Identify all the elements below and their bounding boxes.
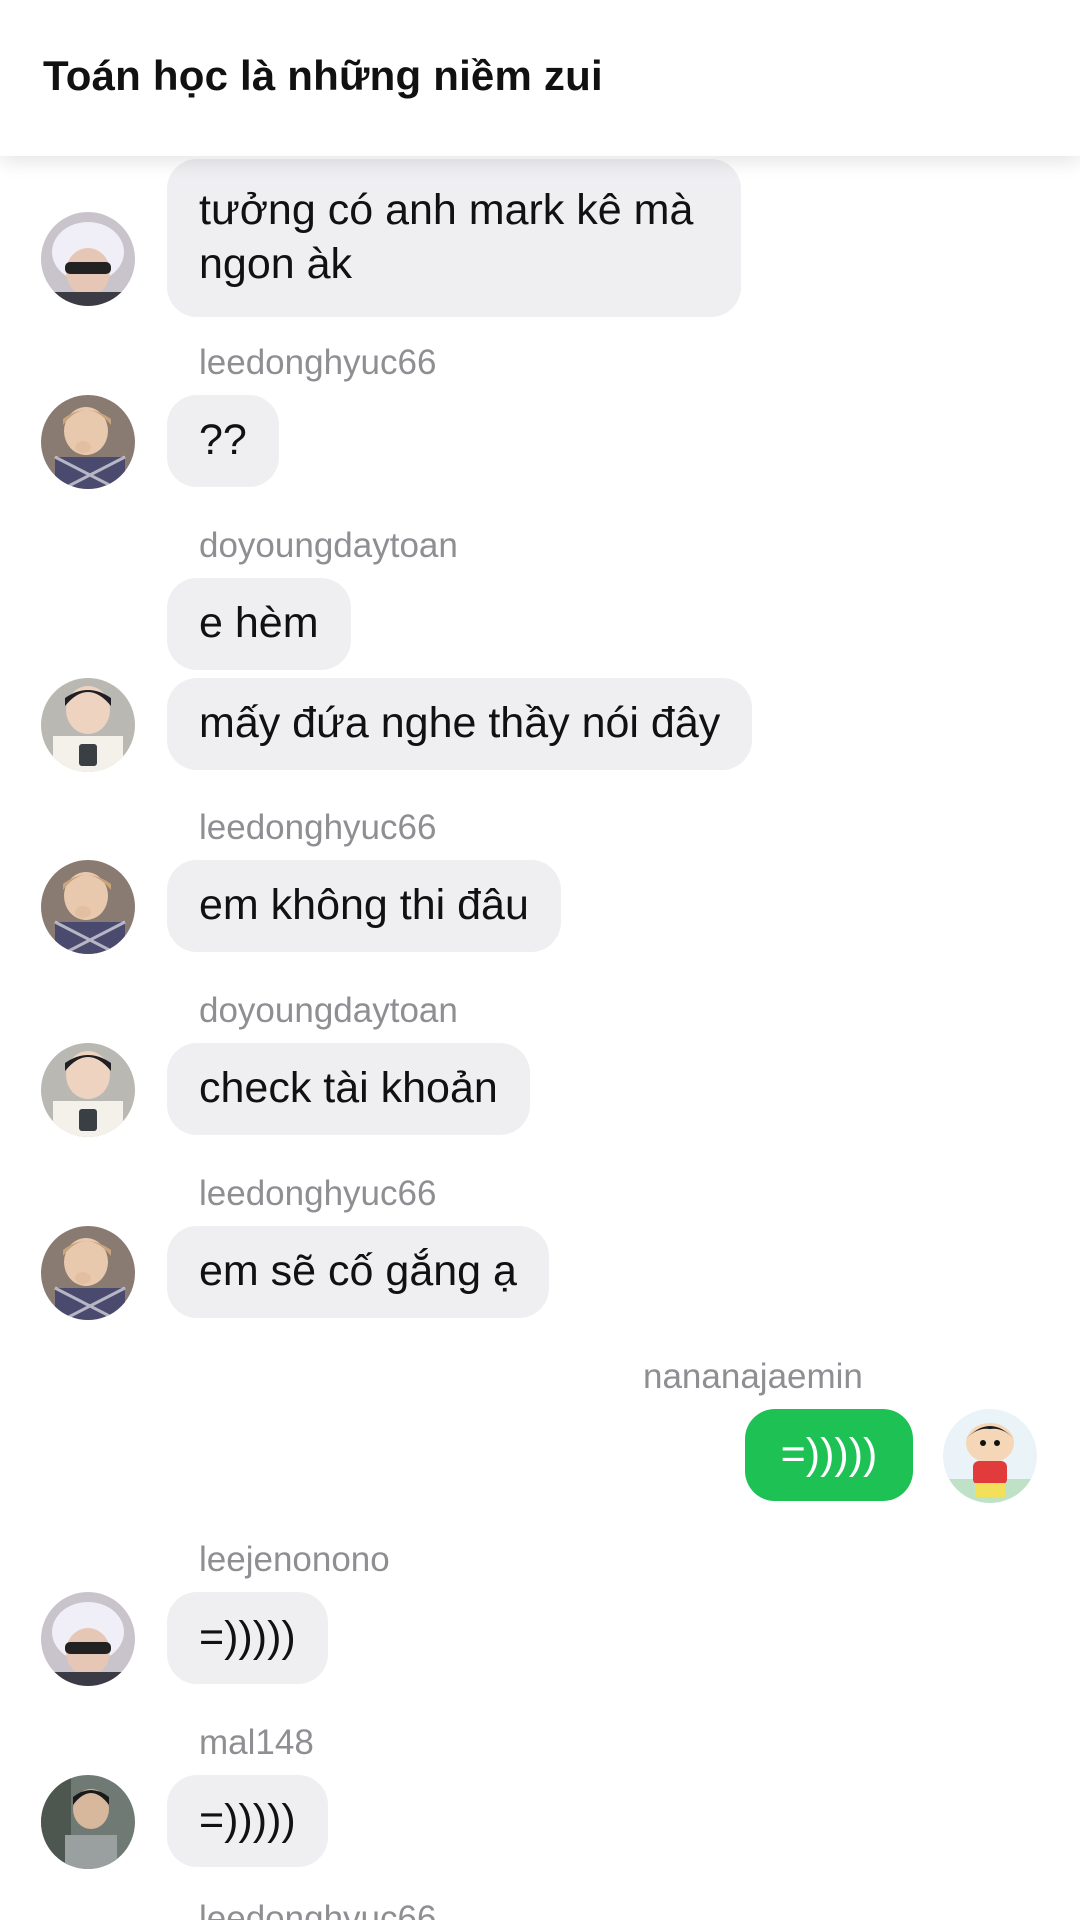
- message-bubble[interactable]: =))))): [167, 1592, 328, 1684]
- message-bubble[interactable]: e hèm: [167, 578, 351, 670]
- message-bubble[interactable]: =))))): [167, 1775, 328, 1867]
- sender-name: leedonghyuc66: [199, 1174, 437, 1213]
- avatar-cartoon-boy[interactable]: [943, 1409, 1037, 1503]
- message-list[interactable]: tưởng có anh mark kê mà ngon àk leedongh…: [0, 0, 1080, 1920]
- avatar-plaid-shirt[interactable]: [41, 1226, 135, 1320]
- sender-name-self: nananajaemin: [643, 1357, 863, 1396]
- sender-name: doyoungdaytoan: [199, 526, 458, 565]
- message-bubble[interactable]: mấy đứa nghe thầy nói đây: [167, 678, 753, 770]
- avatar-white-jacket[interactable]: [41, 678, 135, 772]
- avatar-plaid-shirt[interactable]: [41, 395, 135, 489]
- chat-screen: tưởng có anh mark kê mà ngon àk leedongh…: [0, 0, 1080, 1920]
- avatar-dark-photo[interactable]: [41, 1775, 135, 1869]
- sender-name: leedonghyuc66: [199, 343, 437, 382]
- sender-name: leejenonono: [199, 1540, 390, 1579]
- message-bubble[interactable]: tưởng có anh mark kê mà ngon àk: [167, 159, 741, 317]
- message-bubble[interactable]: ??: [167, 395, 279, 487]
- avatar-white-jacket[interactable]: [41, 1043, 135, 1137]
- chat-header: Toán học là những niềm zui: [0, 0, 1080, 156]
- message-bubble[interactable]: em sẽ cố gắng ạ: [167, 1226, 549, 1318]
- sender-name: leedonghyuc66: [199, 808, 437, 847]
- sender-name: mal148: [199, 1723, 314, 1762]
- avatar-white-hair[interactable]: [41, 212, 135, 306]
- message-bubble[interactable]: em không thi đâu: [167, 860, 561, 952]
- avatar-white-hair[interactable]: [41, 1592, 135, 1686]
- sent-message-bubble[interactable]: =))))): [745, 1409, 913, 1501]
- sender-name: doyoungdaytoan: [199, 991, 458, 1030]
- chat-title[interactable]: Toán học là những niềm zui: [43, 52, 603, 100]
- sender-name-partial: leedonghyuc66: [199, 1899, 437, 1920]
- avatar-plaid-shirt[interactable]: [41, 860, 135, 954]
- message-bubble[interactable]: check tài khoản: [167, 1043, 530, 1135]
